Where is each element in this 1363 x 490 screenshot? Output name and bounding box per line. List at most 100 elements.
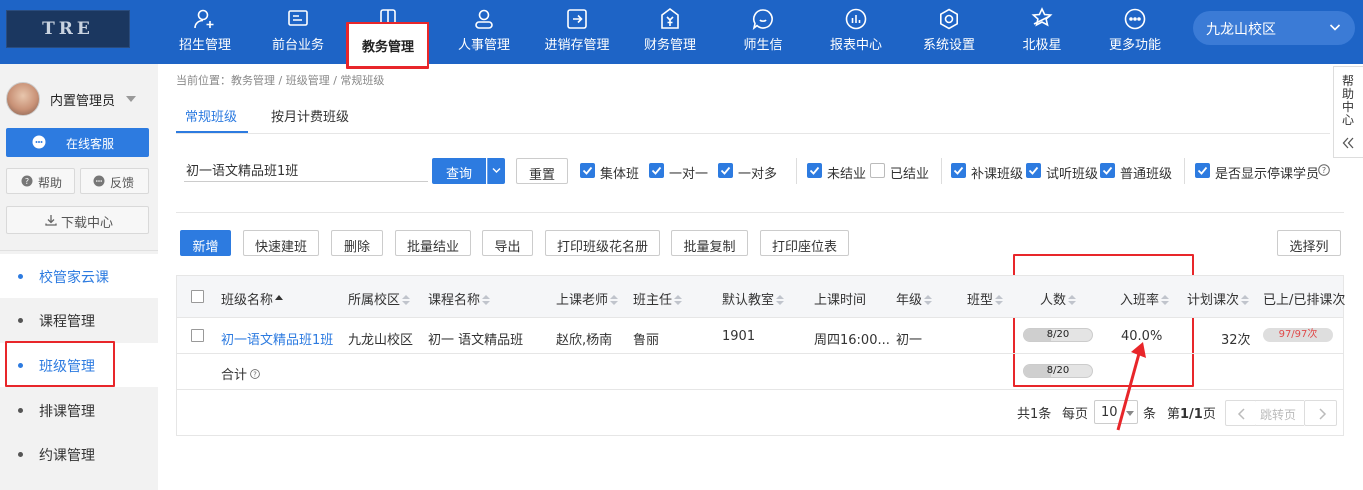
sort-icon[interactable] — [995, 295, 1004, 305]
tab-monthly-classes[interactable]: 按月计费班级 — [271, 106, 349, 125]
sidebar-item-booking[interactable]: 约课管理 — [0, 432, 158, 476]
question-circle-icon[interactable]: ? — [1318, 164, 1330, 176]
help-label: 帮助 — [38, 176, 63, 190]
logo[interactable]: TRE — [6, 10, 130, 48]
batch-graduate-button[interactable]: 批量结业 — [395, 230, 471, 256]
sidebar-item-scheduling[interactable]: 排课管理 — [0, 388, 158, 432]
nav-item-front-desk[interactable]: 前台业务 — [253, 0, 343, 64]
column-header-planned[interactable]: 计划课次 — [1187, 289, 1250, 308]
bullet-icon — [18, 452, 23, 457]
nav-item-north-star[interactable]: 北极星 — [997, 0, 1087, 64]
next-page-button[interactable] — [1304, 400, 1337, 426]
cell-time: 周四16:00... — [814, 333, 890, 348]
question-circle-icon[interactable]: ? — [250, 369, 260, 379]
sort-icon[interactable] — [924, 295, 933, 305]
print-seats-button[interactable]: 打印座位表 — [760, 230, 849, 256]
nav-item-more[interactable]: 更多功能 — [1090, 0, 1180, 64]
sort-asc-icon[interactable] — [275, 295, 284, 305]
column-header-grade[interactable]: 年级 — [896, 289, 933, 308]
row-checkbox[interactable] — [191, 329, 204, 342]
new-label: 新增 — [192, 240, 219, 255]
svg-text:?: ? — [25, 177, 29, 186]
table-row[interactable]: 初一语文精品班1班 九龙山校区 初一 语文精品班 赵欣,杨南 鲁丽 1901 周… — [177, 318, 1343, 354]
tab-regular-classes[interactable]: 常规班级 — [185, 106, 237, 125]
table-header: 班级名称 所属校区 课程名称 上课老师 班主任 默认教室 上课时间 年级 班型 … — [177, 276, 1345, 318]
search-input[interactable] — [184, 158, 428, 182]
campus-selector[interactable]: 九龙山校区 — [1193, 11, 1355, 45]
download-icon — [45, 215, 57, 226]
sort-icon[interactable] — [674, 295, 683, 305]
feedback-label: 反馈 — [110, 176, 135, 190]
checkbox-checked-icon[interactable] — [1026, 163, 1041, 178]
nav-item-hr[interactable]: 人事管理 — [439, 0, 529, 64]
column-header-campus[interactable]: 所属校区 — [348, 289, 411, 308]
feedback-button[interactable]: 反馈 — [80, 168, 149, 194]
checkbox-checked-icon[interactable] — [649, 163, 664, 178]
checkbox-checked-icon[interactable] — [951, 163, 966, 178]
sort-icon[interactable] — [402, 295, 411, 305]
nav-item-inventory[interactable]: 进销存管理 — [532, 0, 622, 64]
person-icon — [475, 9, 493, 29]
query-dropdown-button[interactable] — [487, 158, 505, 184]
delete-button[interactable]: 删除 — [331, 230, 383, 256]
print-roster-button[interactable]: 打印班级花名册 — [545, 230, 660, 256]
column-header-classroom[interactable]: 默认教室 — [722, 289, 785, 308]
nav-label: 招生管理 — [178, 38, 231, 53]
sidebar-item-courses[interactable]: 课程管理 — [0, 298, 158, 342]
sort-icon[interactable] — [1068, 295, 1077, 305]
batch-copy-button[interactable]: 批量复制 — [671, 230, 748, 256]
sort-icon[interactable] — [610, 295, 619, 305]
chart-icon — [845, 8, 867, 30]
help-center-panel[interactable]: 帮助中心 — [1333, 66, 1363, 158]
nav-item-messages[interactable]: 师生信 — [718, 0, 808, 64]
column-header-count[interactable]: 人数 — [1040, 289, 1077, 308]
column-header-class-type[interactable]: 班型 — [967, 289, 1004, 308]
checkbox-checked-icon[interactable] — [807, 163, 822, 178]
checkbox-checked-icon[interactable] — [1100, 163, 1115, 178]
column-header-course[interactable]: 课程名称 — [428, 289, 491, 308]
new-button[interactable]: 新增 — [180, 230, 231, 256]
help-button[interactable]: ? 帮助 — [6, 168, 75, 194]
export-button[interactable]: 导出 — [482, 230, 533, 256]
checkbox-checked-icon[interactable] — [1195, 163, 1210, 178]
prev-page-button[interactable] — [1225, 400, 1257, 426]
avatar[interactable] — [6, 82, 40, 116]
column-header-enroll-rate[interactable]: 入班率 — [1120, 289, 1170, 308]
checkbox-unchecked-icon[interactable] — [870, 163, 885, 178]
column-header-head-teacher[interactable]: 班主任 — [633, 289, 683, 308]
nav-item-finance[interactable]: 财务管理 — [625, 0, 715, 64]
total-count-text: 8/20 — [1046, 365, 1070, 376]
scheduled-badge: 97/97次 — [1263, 328, 1333, 342]
reset-button[interactable]: 重置 — [516, 158, 568, 184]
column-header-teacher[interactable]: 上课老师 — [556, 289, 619, 308]
column-header-scheduled[interactable]: 已上/已排课次 — [1263, 289, 1345, 308]
sidebar: 内置管理员 在线客服 ? 帮助 反馈 下载中心 校管家云课 课程管理 班级管理 … — [0, 64, 158, 490]
nav-item-settings[interactable]: 系统设置 — [904, 0, 994, 64]
annotation-highlight-nav — [346, 22, 429, 69]
checkbox-checked-icon[interactable] — [718, 163, 733, 178]
checkbox-checked-icon[interactable] — [580, 163, 595, 178]
nav-item-enrollment[interactable]: 招生管理 — [160, 0, 250, 64]
cell-planned: 32次 — [1221, 333, 1251, 348]
caret-down-icon[interactable] — [126, 96, 136, 102]
more-icon — [1124, 8, 1146, 30]
query-button[interactable]: 查询 — [432, 158, 486, 184]
jump-page-input[interactable]: 跳转页 — [1256, 400, 1304, 426]
sort-icon[interactable] — [776, 295, 785, 305]
select-all-checkbox[interactable] — [191, 290, 204, 303]
sort-icon[interactable] — [482, 295, 491, 305]
feedback-icon — [93, 175, 105, 187]
column-header-class-name[interactable]: 班级名称 — [221, 289, 284, 308]
total-count-progress-bar: 8/20 — [1023, 364, 1093, 378]
download-center-button[interactable]: 下载中心 — [6, 206, 149, 234]
quick-create-button[interactable]: 快速建班 — [243, 230, 319, 256]
nav-item-reports[interactable]: 报表中心 — [811, 0, 901, 64]
sort-icon[interactable] — [1241, 295, 1250, 305]
sort-icon[interactable] — [1161, 295, 1170, 305]
online-service-button[interactable]: 在线客服 — [6, 128, 149, 157]
bullet-icon — [18, 408, 23, 413]
select-columns-button[interactable]: 选择列 — [1277, 230, 1341, 256]
class-name-link[interactable]: 初一语文精品班1班 — [221, 329, 333, 348]
user-name: 内置管理员 — [50, 94, 116, 109]
sidebar-item-cloud-class[interactable]: 校管家云课 — [0, 254, 158, 298]
